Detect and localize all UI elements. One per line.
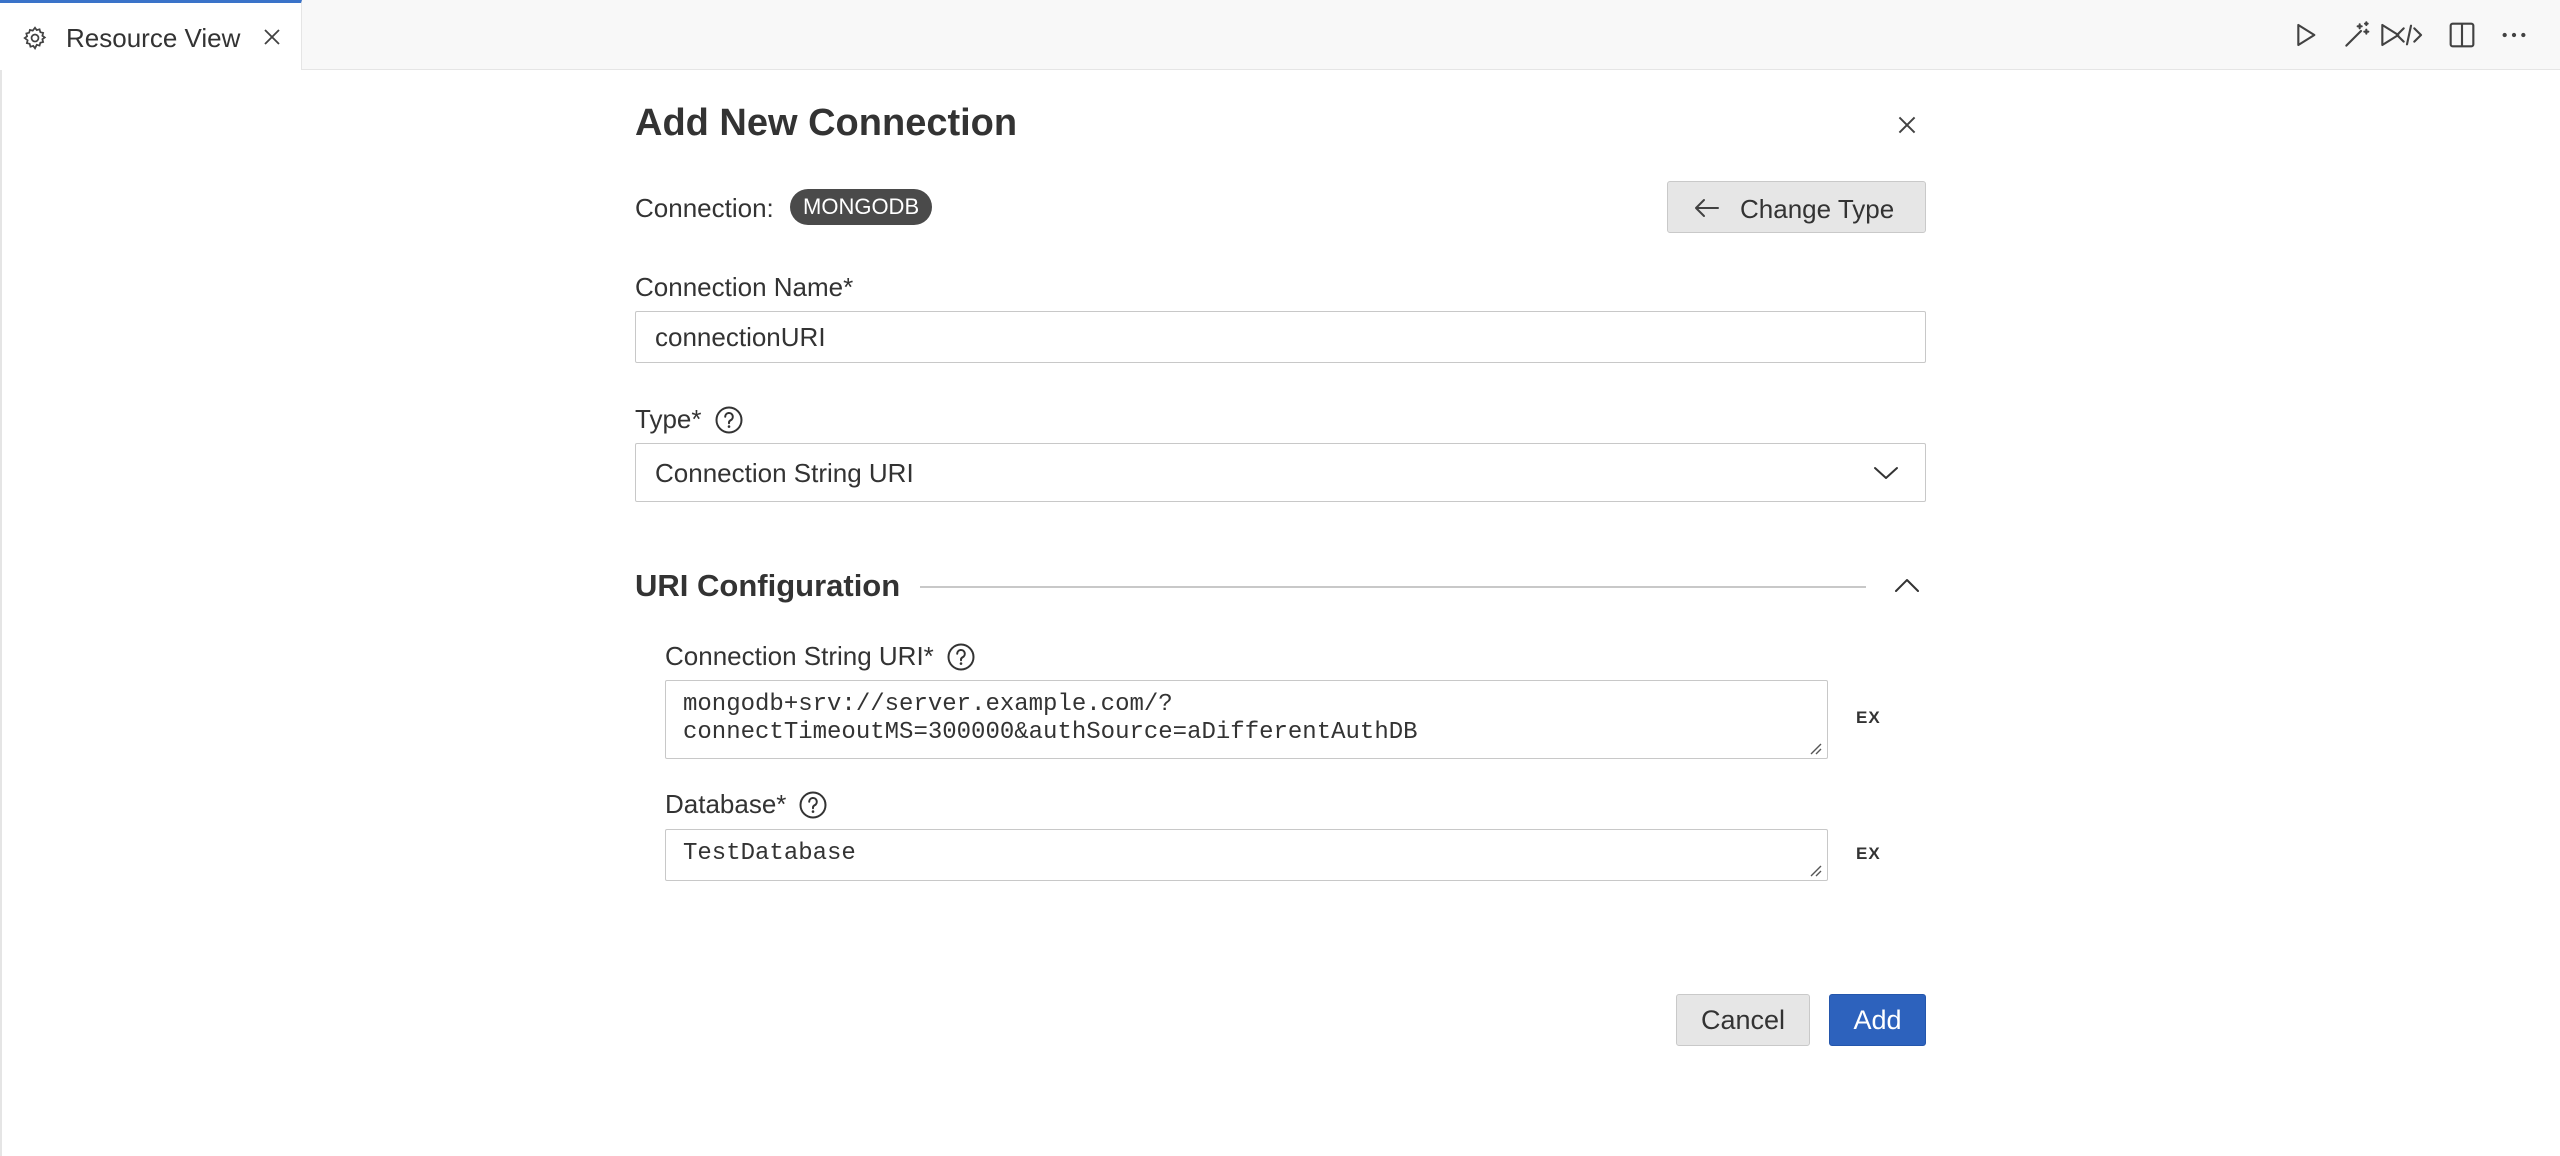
help-icon[interactable]: [946, 642, 976, 672]
add-button[interactable]: Add: [1829, 994, 1926, 1046]
change-type-label: Change Type: [1740, 194, 1895, 224]
close-icon[interactable]: [1894, 112, 1920, 138]
tab-label: Resource View: [66, 23, 241, 53]
type-select-value: Connection String URI: [655, 458, 914, 488]
connection-string-ex-button[interactable]: EX: [1856, 708, 1881, 728]
connection-string-label: Connection String URI*: [665, 641, 976, 672]
magic-wand-icon[interactable]: [2341, 19, 2373, 51]
connection-string-textarea[interactable]: [665, 680, 1828, 759]
uri-configuration-title: URI Configuration: [635, 568, 901, 603]
tab-resource-view[interactable]: Resource View: [0, 0, 302, 70]
type-select[interactable]: Connection String URI: [635, 443, 1926, 502]
run-icon[interactable]: [2289, 19, 2321, 51]
dialog-title: Add New Connection: [635, 102, 1018, 144]
split-editor-icon[interactable]: [2446, 19, 2478, 51]
connection-label: Connection:: [635, 193, 774, 223]
change-type-button[interactable]: Change Type: [1667, 181, 1926, 233]
connection-name-label: Connection Name*: [635, 272, 853, 303]
close-icon[interactable]: [260, 25, 284, 49]
connection-name-input[interactable]: [635, 311, 1926, 363]
chevron-up-icon[interactable]: [1894, 576, 1920, 596]
editor-border: [0, 70, 2, 1156]
editor-tab-bar: Resource View: [0, 0, 2560, 70]
type-label-text: Type*: [635, 404, 702, 434]
type-label: Type*: [635, 404, 744, 435]
arrow-left-icon: [1695, 199, 1719, 217]
chevron-down-icon: [1874, 467, 1898, 479]
help-icon[interactable]: [798, 790, 828, 820]
code-icon[interactable]: [2393, 19, 2425, 51]
connection-type-badge: MONGODB: [790, 189, 933, 225]
connection-name-label-text: Connection Name*: [635, 272, 854, 302]
more-icon[interactable]: [2498, 19, 2530, 51]
section-divider: [920, 586, 1866, 588]
resize-handle-icon[interactable]: [1806, 861, 1822, 877]
database-ex-button[interactable]: EX: [1856, 844, 1881, 864]
database-label-text: Database*: [665, 789, 787, 819]
database-label: Database*: [665, 789, 828, 820]
connection-string-label-text: Connection String URI*: [665, 641, 934, 671]
cancel-button[interactable]: Cancel: [1676, 994, 1810, 1046]
help-icon[interactable]: [714, 405, 744, 435]
gear-icon: [23, 26, 47, 50]
database-textarea[interactable]: [665, 829, 1828, 881]
resize-handle-icon[interactable]: [1806, 739, 1822, 755]
